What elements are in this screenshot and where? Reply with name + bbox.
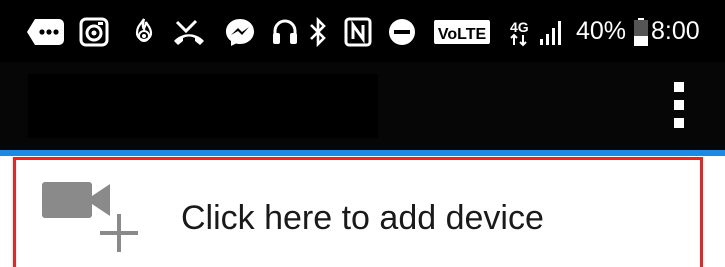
nfc-icon [344, 17, 372, 47]
bluetooth-icon [310, 17, 326, 47]
clock: 8:00 [651, 17, 700, 45]
volte-icon: VoLTE [434, 20, 490, 44]
more-vert-icon[interactable] [662, 76, 698, 136]
headset-icon [273, 19, 297, 44]
messenger-icon [226, 19, 254, 46]
signal-icon [540, 21, 561, 45]
add-device-button[interactable]: Click here to add device [13, 157, 703, 267]
camera-lens-icon [79, 17, 109, 47]
add-device-label: Click here to add device [181, 199, 544, 237]
do-not-disturb-icon [389, 19, 415, 45]
status-bar: VoLTE 4G 40% 8:00 [0, 0, 725, 62]
app-bar [0, 62, 725, 150]
network-type-label: 4G [510, 19, 529, 35]
accent-divider [0, 150, 725, 156]
battery-icon [634, 18, 648, 46]
battery-percentage: 40% [576, 17, 627, 45]
add-video-camera-icon [42, 182, 138, 252]
more-chat-icon [27, 19, 64, 45]
4g-icon: 4G [510, 19, 529, 47]
volte-label: VoLTE [438, 26, 487, 43]
fire-icon [135, 18, 153, 42]
app-title [28, 74, 378, 138]
missed-call-icon [174, 19, 204, 45]
